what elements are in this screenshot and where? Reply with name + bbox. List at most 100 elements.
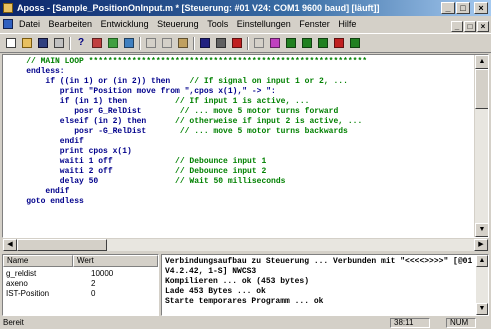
print-icon[interactable] [51, 36, 67, 51]
start-icon[interactable] [121, 36, 137, 51]
help-icon[interactable]: ? [73, 36, 89, 51]
title-bar: Aposs - [Sample_PositionOnInput.m * [Ste… [0, 0, 491, 16]
code-comment: // Wait 50 milliseconds [175, 177, 286, 186]
code-line[interactable]: print cpos x(1) [7, 147, 473, 157]
output-scroll-down-button[interactable]: ▼ [476, 303, 488, 315]
code-line[interactable]: delay 50 // Wait 50 milliseconds [7, 177, 473, 187]
menu-datei[interactable]: Datei [16, 16, 43, 33]
mdi-minimize-button[interactable]: _ [451, 21, 463, 32]
monitor-icon[interactable] [299, 36, 315, 51]
code-comment: // If signal on input 1 or 2, ... [189, 77, 348, 86]
output-panel[interactable]: Verbindungsaufbau zu Steuerung ... Verbu… [161, 254, 489, 316]
code-token: if (in 1) then [7, 97, 176, 106]
menu-einstellungen[interactable]: Einstellungen [234, 16, 294, 33]
scroll-left-button[interactable]: ◀ [3, 239, 17, 251]
grid-icon[interactable] [283, 36, 299, 51]
menu-bearbeiten[interactable]: Bearbeiten [46, 16, 96, 33]
download-icon[interactable] [105, 36, 121, 51]
stop-icon[interactable] [331, 36, 347, 51]
variables-panel[interactable]: Name Wert g_reldist 10000 axeno 2 IST-Po… [2, 254, 159, 316]
save-file-icon[interactable] [35, 36, 51, 51]
new-file-icon[interactable] [3, 36, 19, 51]
editor-vertical-scrollbar[interactable]: ▲ ▼ [474, 55, 488, 237]
toolbar-separator [247, 37, 249, 50]
code-line[interactable]: print "Position move from ",cpos x(1)," … [7, 87, 473, 97]
copy-icon[interactable] [159, 36, 175, 51]
break-icon[interactable] [251, 36, 267, 51]
menu-fenster[interactable]: Fenster [296, 16, 333, 33]
code-comment: // If input 1 is active, ... [175, 97, 310, 106]
code-line[interactable]: waiti 1 off // Debounce input 1 [7, 157, 473, 167]
output-line: Lade 453 Bytes ... ok [165, 287, 266, 296]
table-row[interactable]: IST-Position 0 [3, 289, 158, 299]
paste-icon[interactable] [175, 36, 191, 51]
chart-icon[interactable] [315, 36, 331, 51]
menu-tools[interactable]: Tools [204, 16, 231, 33]
code-comment: // otherweise if input 2 is active, ... [175, 117, 363, 126]
horizontal-scroll-thumb[interactable] [17, 239, 107, 251]
code-area[interactable]: // MAIN LOOP ***************************… [7, 57, 473, 237]
close-button[interactable]: × [474, 2, 488, 14]
minimize-button[interactable]: _ [441, 2, 455, 14]
code-line[interactable]: if (in 1) then // If input 1 is active, … [7, 97, 473, 107]
code-line[interactable]: goto endless [7, 197, 473, 207]
output-line: V4.2.42, 1-S] NWCS3 [165, 267, 257, 276]
output-scroll-up-button[interactable]: ▲ [476, 255, 488, 267]
compile-icon[interactable] [89, 36, 105, 51]
code-line[interactable]: if ((in 1) or (in 2)) then // If signal … [7, 77, 473, 87]
table-row[interactable]: axeno 2 [3, 279, 158, 289]
window-title: Aposs - [Sample_PositionOnInput.m * [Ste… [17, 3, 380, 13]
scroll-right-button[interactable]: ▶ [474, 239, 488, 251]
code-comment: // ... move 5 motor turns backwards [179, 127, 348, 136]
code-token: endif [7, 137, 84, 146]
code-line[interactable]: endif [7, 137, 473, 147]
cut-icon[interactable] [143, 36, 159, 51]
variable-name: axeno [6, 279, 28, 288]
variable-name: IST-Position [6, 289, 50, 298]
mdi-close-button[interactable]: × [477, 21, 489, 32]
menu-hilfe[interactable]: Hilfe [335, 16, 359, 33]
replace-icon[interactable] [229, 36, 245, 51]
code-line[interactable]: endif [7, 187, 473, 197]
open-file-icon[interactable] [19, 36, 35, 51]
document-icon[interactable] [3, 19, 13, 29]
code-line[interactable]: // MAIN LOOP ***************************… [7, 57, 473, 67]
debug-icon[interactable] [267, 36, 283, 51]
column-header-value[interactable]: Wert [73, 255, 158, 267]
code-token: if ((in 1) or (in 2)) then [7, 77, 190, 86]
menu-entwicklung[interactable]: Entwicklung [98, 16, 152, 33]
code-token: print cpos x(1) [7, 147, 132, 156]
code-line[interactable]: posr -G_RelDist // ... move 5 motor turn… [7, 127, 473, 137]
variable-value: 2 [91, 279, 96, 288]
code-line[interactable]: elseif (in 2) then // otherweise if inpu… [7, 117, 473, 127]
output-vertical-scrollbar[interactable]: ▲ ▼ [476, 255, 488, 315]
code-line[interactable]: waiti 2 off // Debounce input 2 [7, 167, 473, 177]
table-row[interactable]: g_reldist 10000 [3, 269, 158, 279]
panel-icon[interactable] [347, 36, 363, 51]
editor-horizontal-scrollbar[interactable]: ◀ ▶ [2, 238, 489, 252]
code-token: goto endless [7, 197, 84, 206]
code-comment: // ... move 5 motor turns forward [179, 107, 339, 116]
code-token: waiti 1 off [7, 157, 176, 166]
code-line[interactable]: endless: [7, 67, 473, 77]
toolbar-separator [69, 37, 71, 50]
code-line[interactable]: posr G_RelDist // ... move 5 motor turns… [7, 107, 473, 117]
menu-bar: Datei Bearbeiten Entwicklung Steuerung T… [0, 16, 491, 33]
scroll-thumb[interactable] [475, 69, 488, 109]
variable-value: 0 [91, 289, 96, 298]
code-token: print "Position move from ",cpos x(1)," … [7, 87, 276, 96]
code-token: waiti 2 off [7, 167, 176, 176]
scroll-up-button[interactable]: ▲ [475, 55, 488, 69]
menu-steuerung[interactable]: Steuerung [154, 16, 202, 33]
app-icon[interactable] [3, 3, 13, 13]
find-icon[interactable] [197, 36, 213, 51]
maximize-button[interactable]: □ [456, 2, 470, 14]
scroll-down-button[interactable]: ▼ [475, 223, 488, 237]
find-next-icon[interactable] [213, 36, 229, 51]
code-token: endless: [7, 67, 65, 76]
variable-name: g_reldist [6, 269, 37, 278]
code-editor[interactable]: // MAIN LOOP ***************************… [2, 54, 489, 238]
column-header-name[interactable]: Name [3, 255, 73, 267]
mdi-restore-button[interactable]: □ [464, 21, 476, 32]
output-line: Starte temporares Programm ... ok [165, 297, 324, 306]
